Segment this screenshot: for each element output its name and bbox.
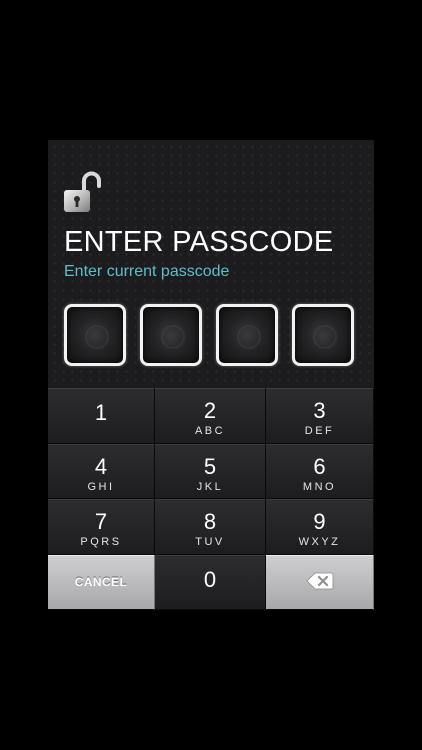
unlocked-padlock-icon — [64, 171, 101, 212]
key-digit: 2 — [203, 398, 217, 423]
key-1[interactable]: 1 — [48, 388, 155, 444]
key-letters: MNO — [302, 480, 337, 493]
key-9[interactable]: 9 WXYZ — [266, 499, 374, 555]
passcode-digit-box-2[interactable] — [140, 304, 202, 366]
key-digit: 5 — [203, 453, 217, 479]
passcode-digit-box-3[interactable] — [216, 304, 278, 366]
key-digit: 1 — [94, 400, 108, 425]
key-7[interactable]: 7 PQRS — [48, 499, 155, 555]
key-4[interactable]: 4 GHI — [48, 443, 155, 499]
key-digit: 6 — [313, 453, 326, 479]
key-letters: WXYZ — [298, 536, 341, 548]
key-8[interactable]: 8 TUV — [155, 499, 266, 555]
numeric-keypad: 1 2 ABC 3 DEF 4 GHI 5 JKL 6 MNO 7 PQRS 8… — [48, 388, 374, 610]
key-3[interactable]: 3 DEF — [266, 388, 374, 444]
key-digit: 9 — [313, 509, 326, 534]
key-letters: JKL — [196, 480, 224, 493]
key-2[interactable]: 2 ABC — [155, 388, 266, 444]
key-letters: GHI — [87, 480, 115, 493]
key-letters: PQRS — [80, 536, 122, 548]
key-digit: 3 — [313, 398, 326, 423]
key-0[interactable]: 0 — [155, 554, 266, 610]
cancel-button-label: CANCEL — [74, 574, 128, 589]
page-subtitle: Enter current passcode — [64, 263, 230, 280]
passcode-fields — [64, 304, 358, 368]
key-letters: DEF — [304, 425, 335, 437]
backspace-icon — [306, 572, 334, 589]
key-digit: 7 — [94, 509, 108, 534]
passcode-screen: ENTER PASSCODE Enter current passcode 1 … — [48, 140, 374, 610]
key-letters: ABC — [194, 425, 226, 437]
key-digit: 0 — [203, 566, 217, 592]
cancel-button[interactable]: CANCEL — [48, 554, 155, 610]
key-digit: 8 — [203, 509, 217, 534]
backspace-button[interactable] — [266, 554, 374, 610]
page-title: ENTER PASSCODE — [64, 226, 334, 258]
key-6[interactable]: 6 MNO — [266, 443, 374, 499]
passcode-digit-box-1[interactable] — [64, 304, 126, 366]
key-digit: 4 — [94, 453, 108, 479]
passcode-digit-box-4[interactable] — [292, 304, 354, 366]
key-5[interactable]: 5 JKL — [155, 443, 266, 499]
key-letters: TUV — [195, 536, 225, 548]
